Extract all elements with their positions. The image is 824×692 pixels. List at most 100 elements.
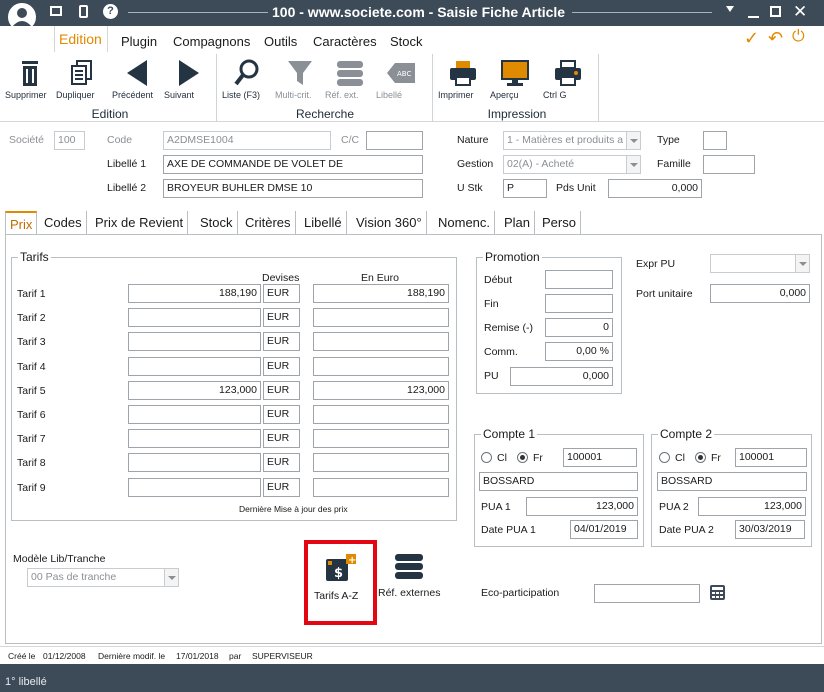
- tarif-devise-field[interactable]: EUR: [263, 477, 300, 497]
- menu-edition[interactable]: Edition: [54, 26, 108, 52]
- gestion-select[interactable]: 02(A) - Acheté: [503, 155, 641, 174]
- tab-vision-360[interactable]: Vision 360°: [352, 211, 427, 235]
- tarif-devise-field[interactable]: EUR: [263, 380, 300, 400]
- eco-participation-field[interactable]: [594, 584, 700, 603]
- dupliquer-button[interactable]: Dupliquer: [56, 52, 106, 100]
- suivant-button[interactable]: Suivant: [164, 52, 214, 100]
- pua2-field[interactable]: 123,000: [698, 497, 806, 516]
- undo-icon[interactable]: ↶: [768, 28, 783, 49]
- libelle2-field[interactable]: BROYEUR BUHLER DMSE 10: [163, 179, 423, 198]
- tarif-devise-field[interactable]: EUR: [263, 332, 300, 352]
- tarif-euro-field[interactable]: 188,190: [313, 284, 449, 303]
- tarif-value-field[interactable]: [128, 308, 261, 328]
- compte2-radio-fr[interactable]: [695, 452, 706, 463]
- supprimer-button[interactable]: Supprimer: [5, 52, 55, 100]
- expr-pu-select[interactable]: [710, 254, 810, 273]
- menu-stock[interactable]: Stock: [390, 34, 423, 49]
- societe-field[interactable]: 100: [54, 131, 85, 150]
- tarif-euro-field[interactable]: [313, 453, 449, 473]
- power-icon[interactable]: ⏻: [792, 28, 805, 46]
- libelle1-field[interactable]: AXE DE COMMANDE DE VOLET DE: [163, 155, 423, 174]
- tarif-euro-field[interactable]: [313, 429, 449, 449]
- pdsunit-field[interactable]: 0,000: [608, 179, 702, 198]
- tarif-devise-field[interactable]: EUR: [263, 356, 300, 376]
- monitor-icon[interactable]: [50, 6, 62, 16]
- tab-perso[interactable]: Perso: [538, 211, 581, 235]
- imprimer-button[interactable]: Imprimer: [438, 52, 488, 100]
- tarif-euro-field[interactable]: 123,000: [313, 380, 449, 400]
- restore-icon[interactable]: [770, 6, 781, 17]
- tarif-devise-field[interactable]: EUR: [263, 284, 300, 303]
- help-icon[interactable]: ?: [103, 4, 118, 19]
- debut-field[interactable]: [545, 270, 613, 289]
- tarif-euro-field[interactable]: [313, 405, 449, 424]
- tarif-value-field[interactable]: [128, 429, 261, 449]
- date-pua2-field[interactable]: 30/03/2019: [735, 520, 805, 539]
- famille-field[interactable]: [703, 155, 755, 174]
- tab-criteres[interactable]: Critères: [241, 211, 296, 235]
- chevron-down-icon[interactable]: [626, 156, 640, 173]
- compte1-radio-fr[interactable]: [517, 452, 528, 463]
- tarif-devise-field[interactable]: EUR: [263, 429, 300, 449]
- chevron-down-icon[interactable]: [795, 255, 809, 272]
- tarif-euro-field[interactable]: [313, 356, 449, 376]
- tab-prix-de-revient[interactable]: Prix de Revient: [91, 211, 189, 235]
- tab-codes[interactable]: Codes: [40, 211, 87, 235]
- tarif-value-field[interactable]: [128, 405, 261, 424]
- tarif-devise-field[interactable]: EUR: [263, 405, 300, 424]
- apercu-button[interactable]: Aperçu: [490, 52, 540, 100]
- ref-externes-button[interactable]: Réf. externes: [376, 552, 446, 602]
- pua1-field[interactable]: 123,000: [526, 497, 638, 516]
- cc-field[interactable]: [366, 131, 423, 150]
- tarif-value-field[interactable]: 123,000: [128, 380, 261, 400]
- libelle-button[interactable]: ABC Libellé: [376, 52, 426, 100]
- comm-field[interactable]: 0,00 %: [545, 342, 613, 361]
- tarif-devise-field[interactable]: EUR: [263, 308, 300, 328]
- phone-icon[interactable]: [79, 5, 88, 18]
- tarifs-az-button[interactable]: $ + Tarifs A-Z: [304, 540, 377, 625]
- tab-plan[interactable]: Plan: [500, 211, 536, 235]
- compte2-code-field[interactable]: 100001: [735, 448, 807, 467]
- pu-field[interactable]: 0,000: [510, 367, 613, 386]
- tarif-euro-field[interactable]: [313, 308, 449, 328]
- ref-ext-button[interactable]: Réf. ext.: [325, 52, 375, 100]
- menu-caracteres[interactable]: Caractères: [313, 34, 377, 49]
- check-icon[interactable]: ✓: [744, 28, 759, 49]
- tarif-value-field[interactable]: [128, 477, 261, 497]
- liste-button[interactable]: Liste (F3): [222, 52, 272, 100]
- chevron-down-icon[interactable]: [164, 569, 178, 586]
- calculator-icon[interactable]: [709, 584, 726, 601]
- fin-field[interactable]: [545, 294, 613, 313]
- tab-prix[interactable]: Prix: [5, 211, 38, 236]
- tarif-value-field[interactable]: 188,190: [128, 284, 261, 303]
- code-field[interactable]: A2DMSE1004: [163, 131, 331, 150]
- date-pua1-field[interactable]: 04/01/2019: [570, 520, 638, 539]
- tarif-euro-field[interactable]: [313, 332, 449, 352]
- tab-stock[interactable]: Stock: [196, 211, 238, 235]
- minimize-icon[interactable]: [748, 16, 759, 18]
- chevron-down-icon[interactable]: [626, 132, 640, 149]
- remise-field[interactable]: 0: [545, 318, 613, 337]
- menu-plugin[interactable]: Plugin: [121, 34, 157, 49]
- menu-compagnons[interactable]: Compagnons: [173, 34, 250, 49]
- nature-select[interactable]: 1 - Matières et produits a: [503, 131, 641, 150]
- compte1-name-field[interactable]: BOSSARD: [479, 472, 638, 491]
- tarif-value-field[interactable]: [128, 453, 261, 473]
- compte2-radio-cl[interactable]: [659, 452, 670, 463]
- compte1-code-field[interactable]: 100001: [563, 448, 637, 467]
- compte2-name-field[interactable]: BOSSARD: [657, 472, 807, 491]
- modele-select[interactable]: 00 Pas de tranche: [27, 568, 179, 587]
- tarif-euro-field[interactable]: [313, 477, 449, 497]
- multi-crit-button[interactable]: Multi-crit.: [275, 52, 325, 100]
- menu-outils[interactable]: Outils: [264, 34, 297, 49]
- close-icon[interactable]: ✕: [793, 2, 807, 22]
- ctrl-g-button[interactable]: Ctrl G: [543, 52, 593, 100]
- ustk-field[interactable]: P: [503, 179, 547, 198]
- pin-icon[interactable]: [726, 6, 734, 12]
- compte1-radio-cl[interactable]: [481, 452, 492, 463]
- tarif-devise-field[interactable]: EUR: [263, 453, 300, 473]
- tarif-value-field[interactable]: [128, 332, 261, 352]
- tab-nomenc[interactable]: Nomenc.: [434, 211, 496, 235]
- port-unitaire-field[interactable]: 0,000: [710, 284, 810, 303]
- tarif-value-field[interactable]: [128, 356, 261, 376]
